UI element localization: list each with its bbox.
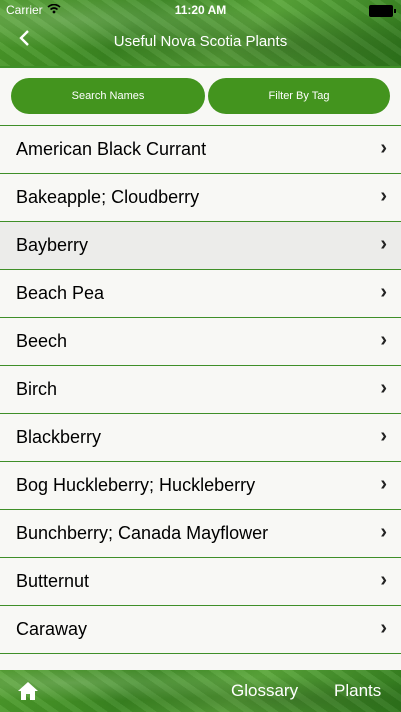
list-item[interactable]: Butternut ›: [0, 557, 401, 605]
tab-home[interactable]: [16, 680, 40, 702]
list-item[interactable]: Bayberry ›: [0, 221, 401, 269]
list-item-label: Caraway: [16, 619, 88, 639]
tab-bar: Glossary Plants: [0, 670, 401, 712]
tab-glossary[interactable]: Glossary: [231, 681, 298, 701]
list-item-label: Butternut: [16, 571, 90, 591]
plant-list: American Black Currant › Bakeapple; Cloud…: [0, 125, 401, 701]
chevron-right-icon: ›: [380, 329, 387, 351]
status-bar: Carrier 11:20 AM: [0, 0, 401, 20]
chevron-right-icon: ›: [380, 425, 387, 447]
chevron-right-icon: ›: [380, 233, 387, 255]
filter-by-tag-button[interactable]: Filter By Tag: [208, 78, 390, 114]
list-item-label: Bakeapple; Cloudberry: [16, 187, 200, 207]
list-item[interactable]: Birch ›: [0, 365, 401, 413]
home-icon: [18, 682, 38, 700]
chevron-right-icon: ›: [380, 377, 387, 399]
list-item[interactable]: American Black Currant ›: [0, 125, 401, 173]
status-time: 11:20 AM: [174, 3, 227, 17]
header-divider: [0, 66, 401, 68]
list-item[interactable]: Bakeapple; Cloudberry ›: [0, 173, 401, 221]
list-item[interactable]: Caraway ›: [0, 605, 401, 653]
chevron-right-icon: ›: [380, 521, 387, 543]
chevron-right-icon: ›: [380, 281, 387, 303]
list-item-label: Bunchberry; Canada Mayflower: [16, 523, 269, 543]
chevron-right-icon: ›: [380, 473, 387, 495]
chevron-right-icon: ›: [380, 137, 387, 159]
list-item[interactable]: Beech ›: [0, 317, 401, 365]
list-item-label: American Black Currant: [16, 139, 207, 159]
list-item[interactable]: Bog Huckleberry; Huckleberry ›: [0, 461, 401, 509]
tab-plants[interactable]: Plants: [334, 681, 381, 701]
chevron-right-icon: ›: [380, 569, 387, 591]
search-names-button[interactable]: Search Names: [11, 78, 205, 114]
list-item[interactable]: Bunchberry; Canada Mayflower ›: [0, 509, 401, 557]
list-item-label: Blackberry: [16, 427, 102, 447]
list-item[interactable]: Beach Pea ›: [0, 269, 401, 317]
battery-icon: [369, 5, 396, 17]
list-item-label: Bog Huckleberry; Huckleberry: [16, 475, 256, 495]
page-title: Useful Nova Scotia Plants: [113, 33, 288, 50]
chevron-right-icon: ›: [380, 617, 387, 639]
chevron-right-icon: ›: [380, 185, 387, 207]
list-item[interactable]: Blackberry ›: [0, 413, 401, 461]
nav-header: Carrier 11:20 AM Useful Nova Scotia Plan…: [0, 0, 401, 66]
list-item-label: Bayberry: [16, 235, 89, 255]
list-item-label: Beach Pea: [16, 283, 105, 303]
list-item-label: Birch: [16, 379, 58, 399]
list-item-label: Beech: [16, 331, 68, 351]
